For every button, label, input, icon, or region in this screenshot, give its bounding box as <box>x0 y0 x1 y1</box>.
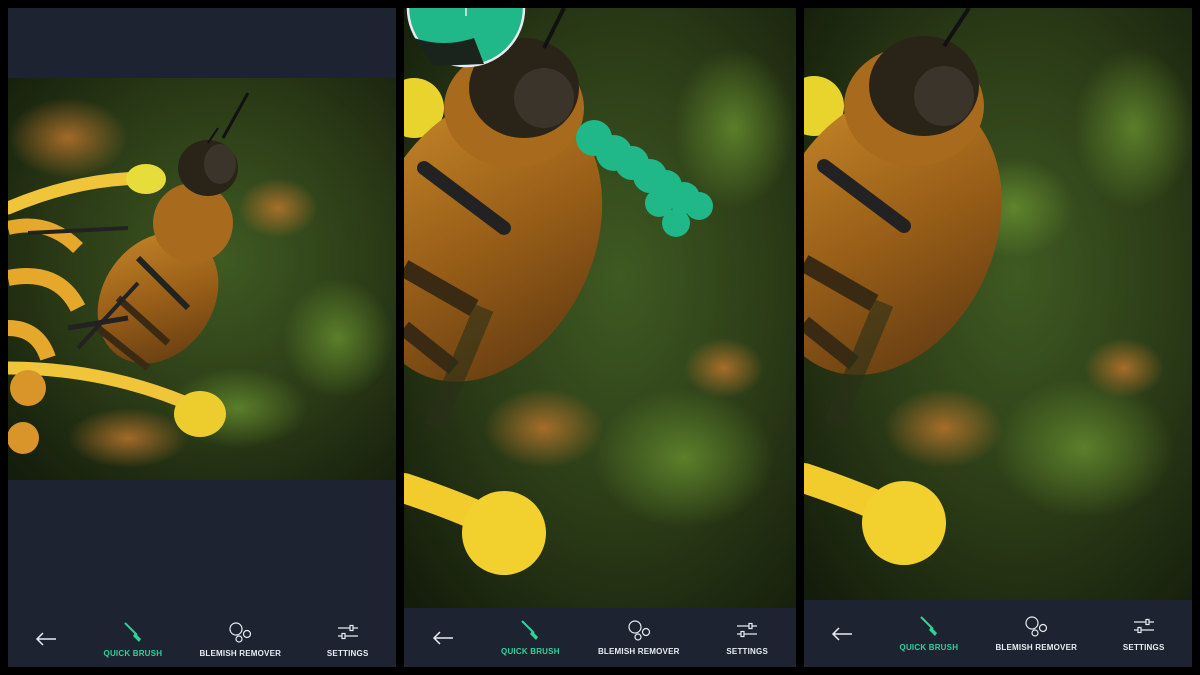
quick-brush-button[interactable]: QUICK BRUSH <box>103 621 163 658</box>
bee-photo-zoomed <box>404 8 796 608</box>
blemish-circles-icon <box>227 621 253 643</box>
quick-brush-button[interactable]: QUICK BRUSH <box>500 619 560 656</box>
blemish-remover-label: BLEMISH REMOVER <box>199 648 282 658</box>
bee-photo <box>8 78 396 480</box>
blemish-remover-label: BLEMISH REMOVER <box>995 643 1078 652</box>
photo-canvas[interactable] <box>804 8 1192 600</box>
quick-brush-label: QUICK BRUSH <box>103 648 163 658</box>
settings-label: SETTINGS <box>726 647 768 656</box>
sliders-icon <box>335 621 361 643</box>
photo-canvas[interactable] <box>8 78 396 480</box>
back-button[interactable] <box>423 627 463 649</box>
brush-icon <box>517 619 543 641</box>
screen-brushing: QUICK BRUSH BLEMISH REMOVER SETTINGS <box>404 8 796 667</box>
blemish-remover-button[interactable]: BLEMISH REMOVER <box>598 619 680 656</box>
screen-original: QUICK BRUSH BLEMISH REMOVER SETTINGS <box>8 8 396 667</box>
settings-button[interactable]: SETTINGS <box>717 619 777 656</box>
sliders-icon <box>734 619 760 641</box>
quick-brush-label: QUICK BRUSH <box>899 643 959 652</box>
blemish-circles-icon <box>1023 615 1049 637</box>
bottom-toolbar: QUICK BRUSH BLEMISH REMOVER SETTINGS <box>804 600 1192 667</box>
screen-result: QUICK BRUSH BLEMISH REMOVER SETTINGS <box>804 8 1192 667</box>
settings-label: SETTINGS <box>1122 643 1165 652</box>
blemish-remover-button[interactable]: BLEMISH REMOVER <box>995 615 1077 652</box>
arrow-left-icon <box>33 628 59 650</box>
brush-icon <box>120 621 146 643</box>
blemish-circles-icon <box>626 619 652 641</box>
bee-photo-result <box>804 8 1192 600</box>
back-button[interactable] <box>822 623 862 645</box>
brush-icon <box>916 615 942 637</box>
settings-button[interactable]: SETTINGS <box>1114 615 1174 652</box>
blemish-remover-button[interactable]: BLEMISH REMOVER <box>199 621 281 658</box>
arrow-left-icon <box>829 623 855 645</box>
bottom-toolbar: QUICK BRUSH BLEMISH REMOVER SETTINGS <box>404 608 796 667</box>
sliders-icon <box>1131 615 1157 637</box>
settings-label: SETTINGS <box>326 648 369 658</box>
quick-brush-label: QUICK BRUSH <box>501 647 560 656</box>
quick-brush-button[interactable]: QUICK BRUSH <box>899 615 959 652</box>
settings-button[interactable]: SETTINGS <box>318 621 378 658</box>
blemish-remover-label: BLEMISH REMOVER <box>597 647 680 656</box>
arrow-left-icon <box>430 627 456 649</box>
back-button[interactable] <box>26 628 66 650</box>
photo-canvas[interactable] <box>404 8 796 608</box>
bottom-toolbar: QUICK BRUSH BLEMISH REMOVER SETTINGS <box>8 611 396 667</box>
